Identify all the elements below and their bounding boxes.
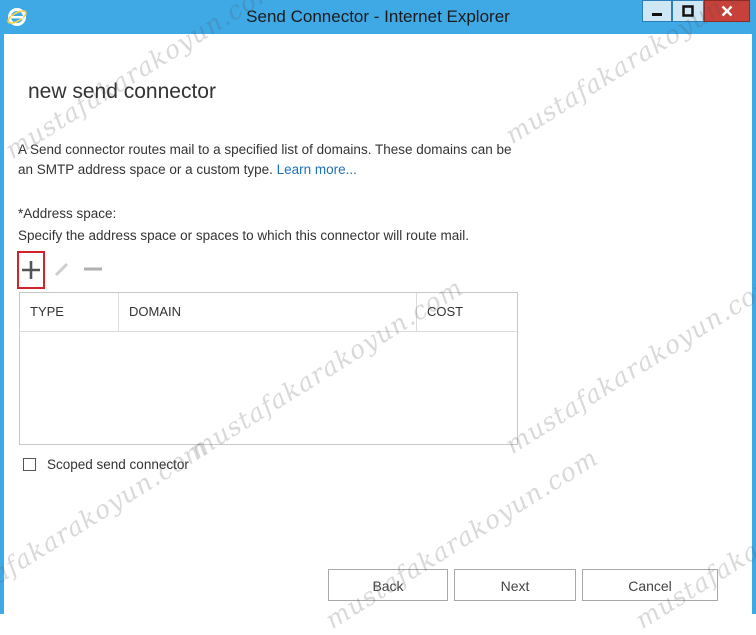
window-frame-right <box>752 34 756 614</box>
window-frame-left <box>0 34 4 614</box>
description-text: A Send connector routes mail to a specif… <box>18 142 512 177</box>
column-header-type[interactable]: TYPE <box>20 293 119 331</box>
remove-icon[interactable] <box>82 264 104 274</box>
watermark-text: mustafakarakoyun.com <box>320 442 604 635</box>
next-button[interactable]: Next <box>454 569 576 601</box>
scoped-send-connector-label: Scoped send connector <box>47 457 189 472</box>
description: A Send connector routes mail to a specif… <box>18 140 518 180</box>
scoped-send-connector-checkbox[interactable] <box>23 458 36 471</box>
address-space-label: *Address space: <box>18 206 117 221</box>
window-titlebar: Send Connector - Internet Explorer <box>0 0 756 34</box>
edit-icon[interactable] <box>52 259 72 279</box>
table-header: TYPE DOMAIN COST <box>20 293 517 332</box>
column-header-cost[interactable]: COST <box>417 293 517 331</box>
page-title: new send connector <box>28 80 216 104</box>
close-button[interactable] <box>704 0 750 22</box>
maximize-button[interactable] <box>672 0 704 22</box>
address-space-table[interactable]: TYPE DOMAIN COST <box>19 292 518 445</box>
address-space-hint: Specify the address space or spaces to w… <box>18 228 469 243</box>
minimize-icon <box>652 13 662 16</box>
column-header-domain[interactable]: DOMAIN <box>119 293 417 331</box>
watermark-text: mustafakarakoyun.com <box>500 267 756 460</box>
back-button[interactable]: Back <box>328 569 448 601</box>
cancel-button[interactable]: Cancel <box>582 569 718 601</box>
minimize-button[interactable] <box>642 0 672 22</box>
learn-more-link[interactable]: Learn more... <box>277 162 357 177</box>
add-icon <box>22 261 40 279</box>
maximize-icon <box>682 5 694 17</box>
watermark-text: mustafakarakoyun.com <box>630 442 756 635</box>
add-button[interactable] <box>17 251 45 289</box>
close-icon <box>721 5 733 17</box>
